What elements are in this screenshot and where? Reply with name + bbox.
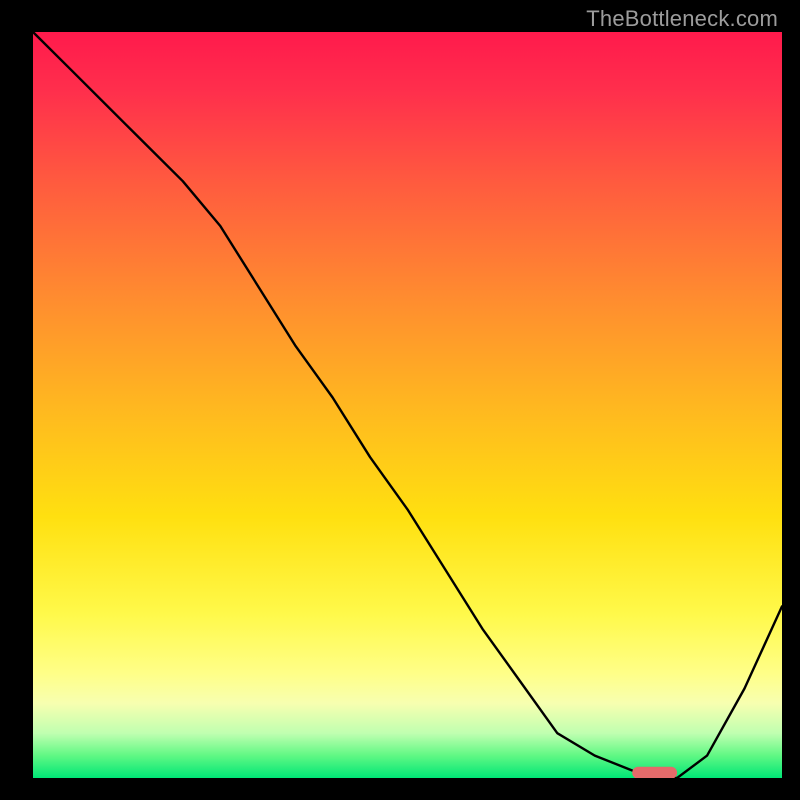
frame-bottom	[0, 778, 800, 800]
bottleneck-curve	[33, 32, 782, 778]
plot-area	[33, 32, 782, 778]
optimal-marker	[632, 767, 677, 778]
frame-right	[782, 0, 800, 800]
watermark: TheBottleneck.com	[586, 6, 778, 32]
frame-left	[0, 0, 33, 800]
bottleneck-chart: TheBottleneck.com	[0, 0, 800, 800]
chart-overlay	[33, 32, 782, 778]
